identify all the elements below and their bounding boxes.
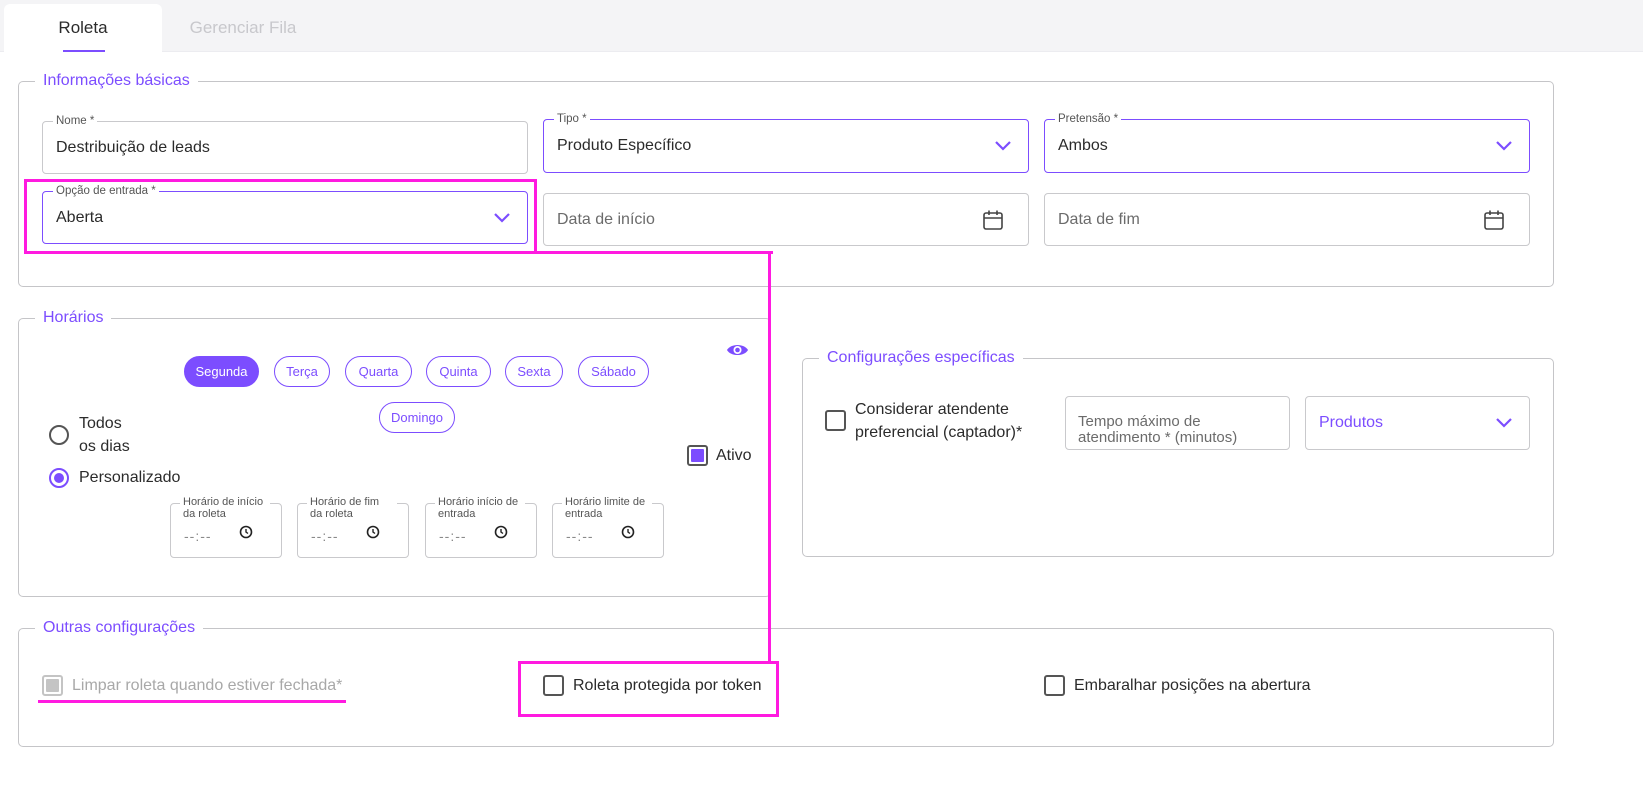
highlight-connector-horizontal bbox=[534, 251, 773, 254]
tab-gerenciar-fila[interactable]: Gerenciar Fila bbox=[163, 4, 323, 52]
radio-todos-label-line2: os dias bbox=[79, 438, 130, 455]
pretensao-value: Ambos bbox=[1058, 137, 1108, 154]
tipo-value: Produto Específico bbox=[557, 137, 692, 154]
considerar-atendente-label: Considerar atendente preferencial (capta… bbox=[855, 398, 1022, 444]
eye-icon[interactable] bbox=[726, 342, 749, 358]
basic-info-legend: Informações básicas bbox=[43, 72, 190, 89]
time-inicio-entrada-value: --:-- bbox=[439, 528, 467, 544]
highlight-opcao-entrada bbox=[24, 179, 537, 254]
highlight-connector-vertical bbox=[768, 251, 771, 663]
day-chip-sabado[interactable]: Sábado bbox=[578, 356, 649, 387]
data-inicio-field[interactable]: Data de início bbox=[543, 193, 1029, 246]
outras-legend: Outras configurações bbox=[43, 619, 196, 636]
highlight-token bbox=[518, 661, 779, 717]
produtos-select[interactable]: Produtos bbox=[1305, 396, 1530, 450]
especificas-legend: Configurações específicas bbox=[827, 349, 1015, 366]
considerar-atendente-checkbox[interactable] bbox=[825, 410, 846, 431]
radio-personalizado[interactable] bbox=[49, 468, 69, 488]
tempo-line2: atendimento * (minutos) bbox=[1078, 429, 1238, 446]
calendar-icon[interactable] bbox=[982, 209, 1004, 231]
time-limite-entrada-label: Horário limite de entrada bbox=[562, 496, 652, 520]
considerar-line1: Considerar atendente bbox=[855, 401, 1009, 418]
limpar-roleta-checkbox[interactable] bbox=[42, 675, 63, 696]
day-chip-quinta[interactable]: Quinta bbox=[426, 356, 491, 387]
time-inicio-roleta[interactable]: Horário de início da roleta --:-- bbox=[170, 496, 282, 558]
clock-icon[interactable] bbox=[366, 525, 380, 539]
tempo-maximo-field[interactable]: Tempo máximo de atendimento * (minutos) bbox=[1065, 396, 1290, 450]
pretensao-label: Pretensão * bbox=[1055, 112, 1122, 126]
radio-todos-label-line1: Todos bbox=[79, 415, 122, 432]
time-inicio-entrada-label: Horário início de entrada bbox=[435, 496, 525, 520]
tempo-maximo-placeholder: Tempo máximo de atendimento * (minutos) bbox=[1078, 414, 1237, 446]
data-fim-placeholder: Data de fim bbox=[1058, 210, 1140, 228]
nome-value: Destribuição de leads bbox=[56, 138, 210, 156]
chevron-down-icon bbox=[995, 141, 1011, 151]
day-chip-segunda[interactable]: Segunda bbox=[184, 356, 259, 387]
tipo-label: Tipo * bbox=[554, 112, 590, 126]
data-inicio-placeholder: Data de início bbox=[557, 210, 655, 228]
tempo-line1: Tempo máximo de bbox=[1078, 413, 1201, 430]
day-chip-quarta[interactable]: Quarta bbox=[345, 356, 412, 387]
time-limite-entrada-value: --:-- bbox=[566, 528, 594, 544]
radio-personalizado-label: Personalizado bbox=[79, 469, 181, 486]
pretensao-select[interactable]: Pretensão * Ambos bbox=[1044, 112, 1530, 173]
time-inicio-roleta-value: --:-- bbox=[184, 528, 212, 544]
tab-bar: Roleta Gerenciar Fila bbox=[0, 0, 1643, 52]
produtos-value: Produtos bbox=[1319, 414, 1384, 431]
ativo-checkbox[interactable] bbox=[687, 445, 708, 466]
tab-roleta[interactable]: Roleta bbox=[4, 4, 162, 52]
embaralhar-label: Embaralhar posições na abertura bbox=[1074, 677, 1311, 694]
time-limite-entrada[interactable]: Horário limite de entrada --:-- bbox=[552, 496, 664, 558]
limpar-roleta-label: Limpar roleta quando estiver fechada* bbox=[72, 677, 343, 694]
ativo-label: Ativo bbox=[716, 447, 752, 464]
highlight-underline-limpar bbox=[38, 700, 346, 703]
time-fim-roleta[interactable]: Horário de fim da roleta --:-- bbox=[297, 496, 409, 558]
clock-icon[interactable] bbox=[494, 525, 508, 539]
embaralhar-checkbox[interactable] bbox=[1044, 675, 1065, 696]
clock-icon[interactable] bbox=[621, 525, 635, 539]
nome-label: Nome * bbox=[53, 114, 98, 128]
radio-todos-os-dias[interactable] bbox=[49, 425, 69, 445]
considerar-line2: preferencial (captador)* bbox=[855, 424, 1023, 441]
time-inicio-roleta-label: Horário de início da roleta bbox=[180, 496, 270, 520]
clock-icon[interactable] bbox=[239, 525, 253, 539]
chevron-down-icon bbox=[1496, 141, 1512, 151]
tipo-select[interactable]: Tipo * Produto Específico bbox=[543, 112, 1029, 173]
data-fim-field[interactable]: Data de fim bbox=[1044, 193, 1530, 246]
nome-field[interactable]: Nome * Destribuição de leads bbox=[42, 114, 528, 174]
especificas-section: Configurações específicas bbox=[802, 349, 1554, 557]
time-inicio-entrada[interactable]: Horário início de entrada --:-- bbox=[425, 496, 537, 558]
time-fim-roleta-value: --:-- bbox=[311, 528, 339, 544]
day-chip-terca[interactable]: Terça bbox=[274, 356, 330, 387]
calendar-icon[interactable] bbox=[1483, 209, 1505, 231]
chevron-down-icon bbox=[1496, 418, 1512, 428]
time-fim-roleta-label: Horário de fim da roleta bbox=[307, 496, 397, 520]
radio-todos-label: Todos os dias bbox=[79, 412, 130, 458]
day-chip-domingo[interactable]: Domingo bbox=[379, 402, 455, 433]
horarios-legend: Horários bbox=[43, 309, 104, 326]
day-chip-sexta[interactable]: Sexta bbox=[505, 356, 563, 387]
